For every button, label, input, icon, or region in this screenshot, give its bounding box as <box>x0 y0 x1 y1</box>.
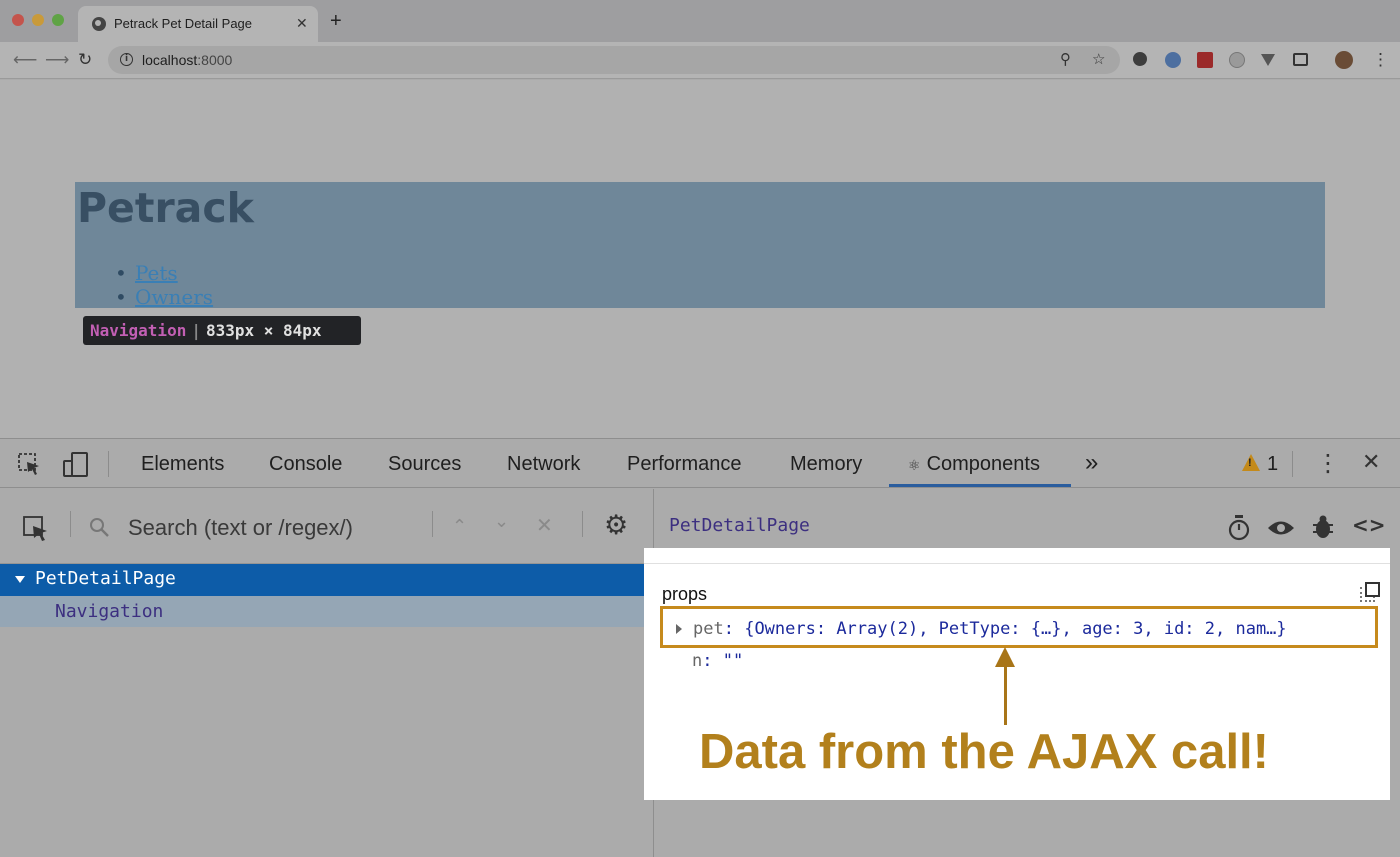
tab-title: Petrack Pet Detail Page <box>114 16 253 31</box>
back-icon[interactable]: ⟵ <box>13 50 37 70</box>
globe-icon <box>92 17 106 31</box>
select-element-icon[interactable] <box>22 515 50 543</box>
page-viewport: Petrack Pets Owners Navigation|833px × 8… <box>0 80 1400 438</box>
code-icon[interactable]: <> <box>1352 513 1386 537</box>
info-icon[interactable]: i <box>120 53 133 66</box>
tree-row-label: Navigation <box>55 601 164 622</box>
tree-search-bar: Search (text or /regex/) ⌃ ⌄ ✕ ⚙ <box>0 489 654 564</box>
tab-strip: Petrack Pet Detail Page ✕ + <box>0 0 1400 42</box>
component-search-input[interactable]: Search (text or /regex/) <box>128 515 353 541</box>
props-pane: PetDetailPage <> props pet: {Owners: Arr… <box>644 489 1400 857</box>
navigation-highlight <box>75 182 1325 308</box>
tree-row-navigation[interactable]: Navigation <box>0 596 654 627</box>
search-icon <box>90 518 109 537</box>
close-window-button[interactable] <box>12 14 24 26</box>
browser-tab[interactable]: Petrack Pet Detail Page ✕ <box>78 6 318 42</box>
warning-count[interactable]: 1 <box>1267 453 1278 476</box>
props-card: props pet: {Owners: Array(2), PetType: {… <box>644 548 1390 800</box>
nav-item: Owners <box>115 285 213 309</box>
tree-row-label: PetDetailPage <box>35 568 176 589</box>
star-icon[interactable]: ☆ <box>1092 50 1105 68</box>
active-tab-indicator <box>889 484 1071 487</box>
react-icon: ⚛ <box>908 458 921 474</box>
timer-icon[interactable] <box>1227 515 1251 541</box>
chevron-up-icon[interactable]: ⌃ <box>452 516 467 537</box>
devtools-panel: Elements Console Sources Network Perform… <box>0 438 1400 857</box>
nav-list: Pets Owners <box>115 261 213 309</box>
device-icon[interactable] <box>62 451 90 479</box>
browser-toolbar: ⟵ ⟶ ↻ i localhost:8000 ⚲ ☆ ⋮ <box>0 42 1400 79</box>
inspect-tooltip: Navigation | 833px × 84px <box>83 316 361 345</box>
nav-link-owners[interactable]: Owners <box>135 285 213 309</box>
forward-icon[interactable]: ⟶ <box>45 50 69 70</box>
clear-icon[interactable]: ✕ <box>536 513 553 537</box>
extension-icon[interactable] <box>1197 52 1213 68</box>
props-title: props <box>662 584 708 604</box>
kebab-icon[interactable]: ⋮ <box>1372 50 1389 70</box>
bug-icon[interactable] <box>1312 515 1334 539</box>
close-devtools-icon[interactable]: ✕ <box>1362 450 1380 475</box>
zoom-window-button[interactable] <box>52 14 64 26</box>
prop-key: n <box>692 651 703 671</box>
url-text: localhost:8000 <box>142 52 233 68</box>
extension-icon[interactable] <box>1229 52 1245 68</box>
site-title: Petrack <box>77 184 254 232</box>
annotation-callout: Data from the AJAX call! <box>699 725 1269 779</box>
minimize-window-button[interactable] <box>32 14 44 26</box>
prop-value[interactable]: "" <box>723 651 743 671</box>
component-tree-pane: Search (text or /regex/) ⌃ ⌄ ✕ ⚙ PetDeta… <box>0 489 654 857</box>
zoom-icon[interactable]: ⚲ <box>1060 50 1071 68</box>
devtools-tabbar: Elements Console Sources Network Perform… <box>0 439 1400 488</box>
screenshot-icon[interactable] <box>1293 53 1308 66</box>
gear-icon[interactable]: ⚙ <box>604 510 628 541</box>
extension-icon[interactable] <box>1133 52 1147 66</box>
inspect-icon[interactable] <box>18 453 42 477</box>
more-tabs-button[interactable]: » <box>1085 449 1098 477</box>
tab-sources[interactable]: Sources <box>388 453 461 476</box>
tab-elements[interactable]: Elements <box>141 453 224 476</box>
new-tab-button[interactable]: + <box>330 11 342 31</box>
prop-value: {Owners: Array(2), PetType: {…}, age: 3,… <box>744 619 1287 639</box>
chevron-down-icon[interactable]: ⌄ <box>494 511 509 532</box>
copy-icon[interactable] <box>1360 582 1380 602</box>
nav-link-pets[interactable]: Pets <box>135 261 178 285</box>
arrow-shaft <box>1004 664 1007 725</box>
tab-close-icon[interactable]: ✕ <box>296 15 308 32</box>
eye-icon[interactable] <box>1267 519 1295 537</box>
kebab-icon[interactable]: ⋮ <box>1316 449 1340 477</box>
prop-key: pet <box>693 619 724 639</box>
tooltip-component-name: Navigation <box>90 321 187 340</box>
tooltip-separator: | <box>191 321 201 340</box>
tab-console[interactable]: Console <box>269 453 342 476</box>
pet-prop-highlight: pet: {Owners: Array(2), PetType: {…}, ag… <box>660 606 1378 648</box>
caret-right-icon[interactable] <box>676 624 682 634</box>
pet-prop-row[interactable]: pet: {Owners: Array(2), PetType: {…}, ag… <box>693 619 1287 639</box>
tab-performance[interactable]: Performance <box>627 453 742 476</box>
warning-icon[interactable]: ! <box>1242 454 1260 471</box>
tooltip-size: 833px × 84px <box>205 321 322 340</box>
tab-memory[interactable]: Memory <box>790 453 862 476</box>
reload-icon[interactable]: ↻ <box>78 50 92 70</box>
n-prop-row[interactable]: n: "" <box>692 651 743 671</box>
tree-row-petdetailpage[interactable]: PetDetailPage <box>0 564 654 596</box>
tab-components-label: Components <box>926 453 1040 475</box>
extension-icon[interactable] <box>1165 52 1181 68</box>
caret-down-icon[interactable] <box>15 576 25 583</box>
avatar[interactable] <box>1335 51 1353 69</box>
tab-network[interactable]: Network <box>507 453 580 476</box>
vue-devtools-icon[interactable] <box>1261 54 1275 66</box>
address-bar[interactable]: i localhost:8000 ⚲ ☆ <box>108 46 1120 74</box>
selected-component-name: PetDetailPage <box>669 515 810 536</box>
tab-components[interactable]: ⚛ Components <box>908 453 1040 476</box>
nav-item: Pets <box>115 261 213 285</box>
